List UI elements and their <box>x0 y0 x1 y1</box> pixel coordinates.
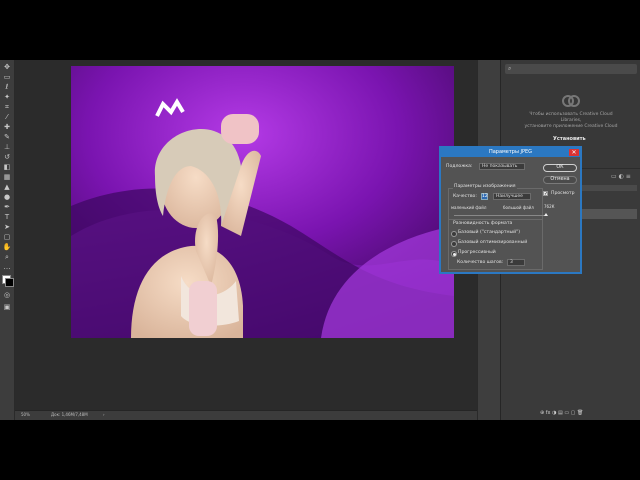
dodge-tool-icon[interactable]: ● <box>2 194 12 201</box>
background-color-swatch[interactable] <box>5 278 14 287</box>
format-optimized-label: Базовый оптимизированный <box>458 240 528 245</box>
small-file-label: маленький файл <box>451 205 487 210</box>
panel-icons-row[interactable]: ▭ ◐ ≡ <box>611 173 631 180</box>
install-cc-link[interactable]: Установить <box>553 136 586 142</box>
layers-bottom-icons[interactable]: ⊕ fx ◑ ▤ ▭ ▢ 🗑 <box>540 410 583 416</box>
brush-tool-icon[interactable]: ✎ <box>2 134 12 141</box>
quick-mask-icon[interactable]: ◎ <box>2 292 12 299</box>
cc-message-line3: установите приложение Creative Cloud <box>524 124 618 129</box>
format-optimized-radio[interactable] <box>451 241 457 247</box>
eraser-tool-icon[interactable]: ◧ <box>2 164 12 171</box>
photoshop-window: ✥ ▭ ℓ ✦ ⌗ ⁄ ✚ ✎ ⊥ ↺ ◧ ▦ ▲ ● ✒ T ➤ ▢ ✋ ⌕ … <box>0 60 640 420</box>
blur-tool-icon[interactable]: ▲ <box>2 184 12 191</box>
format-progressive-radio[interactable] <box>451 251 457 257</box>
preview-label: Просмотр <box>551 191 575 196</box>
pen-tool-icon[interactable]: ✒ <box>2 204 12 211</box>
magic-wand-icon[interactable]: ✦ <box>2 94 12 101</box>
clone-stamp-icon[interactable]: ⊥ <box>2 144 12 151</box>
library-search-input[interactable]: ⌕ <box>505 64 637 74</box>
healing-brush-icon[interactable]: ✚ <box>2 124 12 131</box>
format-options-heading: Разновидность формата <box>453 221 513 226</box>
search-icon: ⌕ <box>508 65 512 72</box>
quality-slider[interactable] <box>454 213 548 216</box>
close-icon[interactable]: ✕ <box>569 149 579 156</box>
layers-filter-row[interactable] <box>581 185 637 191</box>
file-size-readout: 762К <box>544 204 555 209</box>
quality-slider-knob[interactable] <box>544 213 548 216</box>
gradient-tool-icon[interactable]: ▦ <box>2 174 12 181</box>
layer-row[interactable] <box>581 209 637 219</box>
type-tool-icon[interactable]: T <box>2 214 12 221</box>
tools-panel: ✥ ▭ ℓ ✦ ⌗ ⁄ ✚ ✎ ⊥ ↺ ◧ ▦ ▲ ● ✒ T ➤ ▢ ✋ ⌕ … <box>0 60 15 420</box>
marquee-tool-icon[interactable]: ▭ <box>2 74 12 81</box>
history-brush-icon[interactable]: ↺ <box>2 154 12 161</box>
creative-cloud-icon <box>562 95 580 107</box>
scans-label: Количество шагов: <box>457 260 504 265</box>
dialog-title: Параметры JPEG <box>441 148 580 157</box>
move-tool-icon[interactable]: ✥ <box>2 64 12 71</box>
lasso-tool-icon[interactable]: ℓ <box>2 84 12 91</box>
format-progressive-label: Прогрессивный <box>458 250 496 255</box>
document-size: Док: 1,46М/7,48М <box>51 412 88 417</box>
ok-button[interactable]: ОК <box>543 164 577 172</box>
image-options-heading: Параметры изображения <box>453 184 517 190</box>
zoom-tool-icon[interactable]: ⌕ <box>2 254 12 261</box>
matte-label: Подложка: <box>446 164 473 169</box>
status-bar: 50% Док: 1,46М/7,48М › <box>15 410 477 420</box>
quality-preset-select[interactable]: Наилучшее <box>493 193 531 200</box>
document-canvas[interactable] <box>71 66 454 338</box>
document-workspace <box>15 60 477 410</box>
quality-input[interactable]: 12 <box>481 193 488 200</box>
screen-mode-icon[interactable]: ▣ <box>2 304 12 311</box>
hand-tool-icon[interactable]: ✋ <box>2 244 12 251</box>
preview-checkbox[interactable]: ✓ <box>543 191 548 197</box>
scans-select[interactable]: 3 <box>507 259 525 266</box>
format-baseline-radio[interactable] <box>451 231 457 237</box>
more-tools-icon[interactable]: … <box>2 264 12 271</box>
crop-tool-icon[interactable]: ⌗ <box>2 104 12 111</box>
quality-label: Качество: <box>453 194 477 199</box>
large-file-label: большой файл <box>503 205 534 210</box>
format-baseline-label: Базовый ("стандартный") <box>458 230 521 235</box>
canvas-image <box>71 66 454 338</box>
eyedropper-tool-icon[interactable]: ⁄ <box>2 114 12 121</box>
zoom-level[interactable]: 50% <box>21 412 30 417</box>
shape-tool-icon[interactable]: ▢ <box>2 234 12 241</box>
matte-select[interactable]: Не показывать <box>479 163 525 170</box>
path-select-icon[interactable]: ➤ <box>2 224 12 231</box>
status-arrow-icon[interactable]: › <box>103 412 105 417</box>
jpeg-options-dialog: Параметры JPEG ✕ Подложка: Не показывать… <box>439 146 582 274</box>
cancel-button[interactable]: Отмена <box>543 176 577 184</box>
